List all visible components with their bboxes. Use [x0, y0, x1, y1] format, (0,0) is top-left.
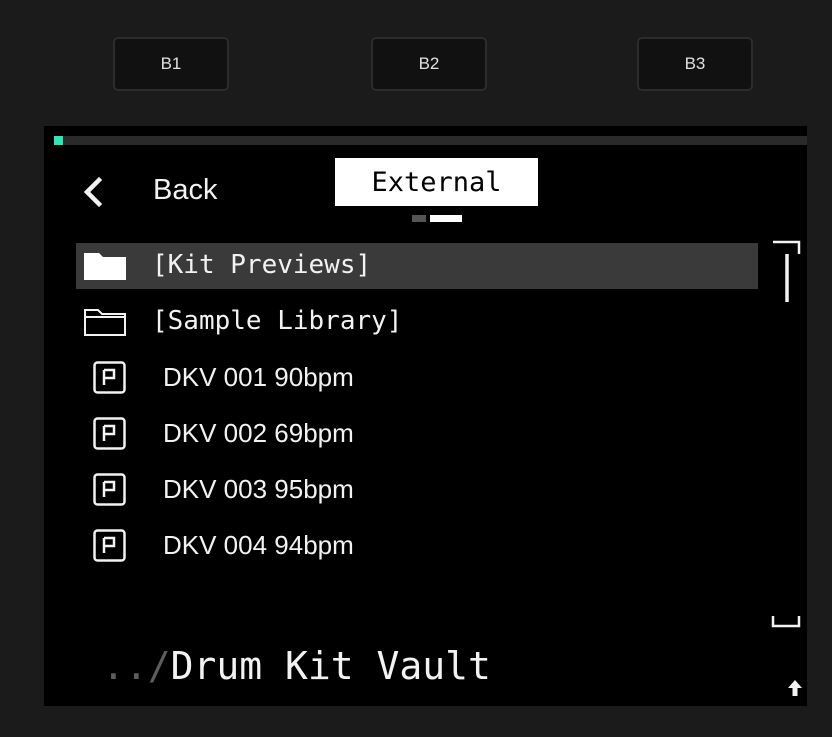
path-name: Drum Kit Vault [170, 644, 491, 688]
list-item[interactable]: DKV 002 69bpm [76, 411, 758, 457]
b2-button[interactable]: B2 [371, 37, 487, 91]
list-item-label: DKV 001 90bpm [163, 362, 354, 392]
progress-bar [54, 136, 807, 145]
browser-screen: Back External [Kit Previews] [Sample Lib… [44, 126, 807, 706]
path-prefix: ../ [102, 644, 171, 688]
page-indicator-dot-active [430, 215, 462, 222]
page-indicator-dot [412, 215, 426, 222]
list-item-label: DKV 003 95bpm [163, 474, 354, 504]
list-item-label: DKV 004 94bpm [163, 530, 354, 560]
scrollbar[interactable] [771, 240, 801, 304]
list-item[interactable]: DKV 001 90bpm [76, 355, 758, 401]
folder-filled-icon [84, 253, 126, 280]
back-button[interactable]: Back [153, 174, 217, 207]
list-item-label: DKV 002 69bpm [163, 418, 354, 448]
list-item[interactable]: DKV 003 95bpm [76, 467, 758, 513]
list-item[interactable]: [Sample Library] [76, 299, 758, 345]
list-item[interactable]: DKV 004 94bpm [76, 523, 758, 569]
list-item-label: [Sample Library] [152, 306, 403, 336]
arrow-up-icon[interactable] [786, 678, 804, 698]
scrollbar-end-marker [771, 616, 801, 628]
folder-outline-icon [84, 309, 126, 336]
b3-button[interactable]: B3 [637, 37, 753, 91]
preset-icon [93, 417, 126, 450]
progress-bar-fill [54, 136, 63, 145]
file-list: [Kit Previews] [Sample Library] DKV 001 … [76, 243, 758, 579]
preset-icon [93, 529, 126, 562]
list-item-label: [Kit Previews] [152, 250, 372, 280]
preset-icon [93, 361, 126, 394]
list-item[interactable]: [Kit Previews] [76, 243, 758, 289]
current-path: ../Drum Kit Vault [102, 644, 491, 688]
chevron-left-icon[interactable] [81, 176, 109, 208]
b1-button[interactable]: B1 [113, 37, 229, 91]
preset-icon [93, 473, 126, 506]
location-tab[interactable]: External [335, 158, 538, 206]
